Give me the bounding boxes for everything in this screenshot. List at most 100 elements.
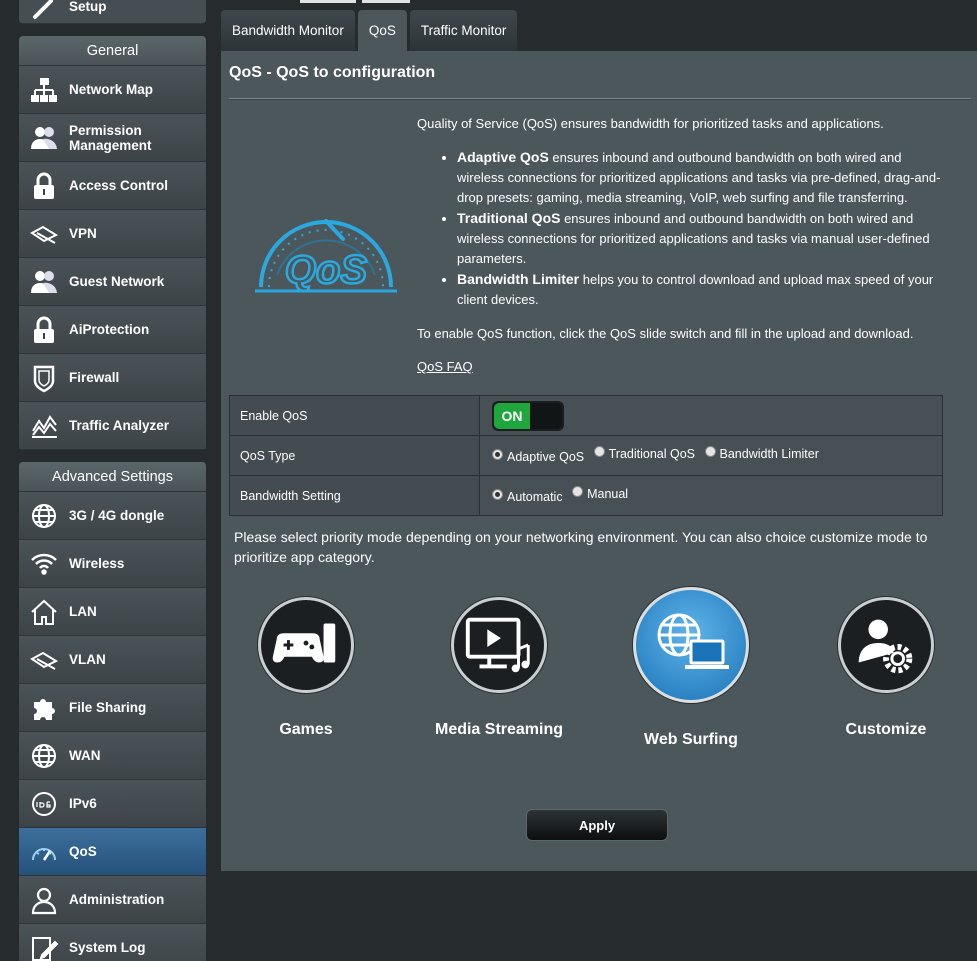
sidebar-item-label: 3G / 4G dongle <box>69 508 165 523</box>
sidebar-item-label: LAN <box>69 604 97 619</box>
mode-media-streaming[interactable]: Media Streaming <box>409 597 589 739</box>
wifi-icon <box>19 549 69 579</box>
sidebar-item-label: Traffic Analyzer <box>69 418 170 433</box>
radio-label: Adaptive QoS <box>507 450 585 464</box>
gauge-icon <box>19 837 69 867</box>
sidebar-item-label: Administration <box>69 892 165 907</box>
sidebar-item-label: VLAN <box>69 652 106 667</box>
mode-label: Media Streaming <box>434 721 564 738</box>
bandwidth-setting-cell: Automatic Manual <box>479 475 943 516</box>
router-admin-page: Setup General Network Map Permission Man… <box>0 0 977 961</box>
radio-dot <box>704 445 716 457</box>
sidebar-item-aiprotection[interactable]: AiProtection <box>19 306 206 354</box>
sidebar-item-label: Setup <box>69 0 107 14</box>
sidebar-item-wan[interactable]: WAN <box>19 732 206 780</box>
radio-traditional-qos[interactable]: Traditional QoS <box>593 445 695 461</box>
apply-button[interactable]: Apply <box>526 809 668 841</box>
radio-bandwidth-limiter[interactable]: Bandwidth Limiter <box>704 445 819 461</box>
sidebar-item-traffic-analyzer[interactable]: Traffic Analyzer <box>19 402 206 450</box>
mode-customize[interactable]: Customize <box>796 597 976 739</box>
list-item: Adaptive QoS ensures inbound and outboun… <box>457 147 952 208</box>
toggle-knob <box>530 402 562 429</box>
qos-logo-icon: QoS <box>255 219 397 293</box>
radio-dot <box>593 445 605 457</box>
qos-settings-table: Enable QoS ON QoS Type Adaptive QoS Trad… <box>229 395 943 516</box>
sidebar-item-system-log[interactable]: System Log <box>19 924 206 961</box>
qos-type-cell: Adaptive QoS Traditional QoS Bandwidth L… <box>479 435 943 476</box>
radio-label: Manual <box>587 487 629 501</box>
globe-icon <box>19 741 69 771</box>
sidebar-item-label: VPN <box>69 226 97 241</box>
users-icon <box>19 267 69 297</box>
enable-qos-label: Enable QoS <box>229 395 480 436</box>
radio-manual[interactable]: Manual <box>572 485 629 501</box>
bandwidth-setting-label: Bandwidth Setting <box>229 475 480 516</box>
qos-type-list: Adaptive QoS ensures inbound and outboun… <box>457 147 952 310</box>
admin-icon <box>19 885 69 915</box>
priority-mode-text: Please select priority mode depending on… <box>234 529 928 565</box>
table-row: Bandwidth Setting Automatic Manual <box>229 475 943 516</box>
lock-icon <box>19 171 69 201</box>
radio-adaptive-qos[interactable]: Adaptive QoS <box>492 448 585 464</box>
sidebar-item-setup[interactable]: Setup <box>19 0 206 24</box>
qos-type-label: QoS Type <box>229 435 480 476</box>
sidebar-item-guest-network[interactable]: Guest Network <box>19 258 206 306</box>
customize-icon <box>858 619 913 674</box>
radio-dot <box>572 485 584 497</box>
mode-games[interactable]: Games <box>216 597 396 739</box>
tab-bar: Bandwidth Monitor QoS Traffic Monitor <box>221 10 518 51</box>
radio-automatic[interactable]: Automatic <box>492 488 563 504</box>
sidebar-item-administration[interactable]: Administration <box>19 876 206 924</box>
toggle-on-label: ON <box>494 402 530 429</box>
vpn-icon <box>19 645 69 675</box>
web-surfing-icon <box>657 613 729 669</box>
sidebar-item-network-map[interactable]: Network Map <box>19 66 206 114</box>
qos-faq-link[interactable]: QoS FAQ <box>417 359 473 374</box>
chart-icon <box>19 411 69 441</box>
sidebar-item-label: Network Map <box>69 82 154 97</box>
enable-qos-toggle[interactable]: ON <box>492 400 564 431</box>
lock-icon <box>19 315 69 345</box>
sidebar-item-qos[interactable]: QoS <box>19 828 206 876</box>
mode-circle <box>838 597 934 693</box>
radio-dot <box>492 488 503 500</box>
sidebar-item-wireless[interactable]: Wireless <box>19 540 206 588</box>
sidebar-item-label: System Log <box>69 940 146 955</box>
mode-circle <box>451 597 547 693</box>
shield-icon <box>19 363 69 393</box>
mode-label: Games <box>279 721 333 738</box>
tab-qos[interactable]: QoS <box>357 10 407 51</box>
sidebar-item-vlan[interactable]: VLAN <box>19 636 206 684</box>
enable-qos-cell: ON <box>479 395 943 436</box>
ipv6-icon <box>19 789 69 819</box>
radio-label: Automatic <box>507 490 563 504</box>
house-icon <box>19 597 69 627</box>
list-item-title: Traditional QoS <box>457 210 561 226</box>
network-map-icon <box>19 75 69 105</box>
enable-note: To enable QoS function, click the QoS sl… <box>417 326 914 341</box>
mode-circle <box>258 597 354 693</box>
sidebar-item-permission-management[interactable]: Permission Management <box>19 114 206 162</box>
vpn-icon <box>19 219 69 249</box>
tab-traffic-monitor[interactable]: Traffic Monitor <box>409 10 518 51</box>
table-row: Enable QoS ON <box>229 395 943 436</box>
sidebar-item-label: QoS <box>69 844 97 859</box>
sidebar-item-lan[interactable]: LAN <box>19 588 206 636</box>
radio-dot <box>492 448 503 460</box>
sidebar-item-firewall[interactable]: Firewall <box>19 354 206 402</box>
advanced-menu: 3G / 4G dongle Wireless LAN VLAN File Sh… <box>19 492 206 961</box>
list-item: Bandwidth Limiter helps you to control d… <box>457 269 952 310</box>
log-icon <box>19 933 69 961</box>
sidebar-item-ipv6[interactable]: IPv6 <box>19 780 206 828</box>
sidebar-item-vpn[interactable]: VPN <box>19 210 206 258</box>
tab-bandwidth-monitor[interactable]: Bandwidth Monitor <box>221 10 355 51</box>
mode-web-surfing[interactable]: Web Surfing <box>601 587 781 749</box>
sidebar-item-label: IPv6 <box>69 796 97 811</box>
sidebar-item-file-sharing[interactable]: File Sharing <box>19 684 206 732</box>
sidebar-item-label: Firewall <box>69 370 120 385</box>
sidebar-item-access-control[interactable]: Access Control <box>19 162 206 210</box>
table-row: QoS Type Adaptive QoS Traditional QoS Ba… <box>229 435 943 476</box>
page-title: QoS - QoS to configuration <box>229 64 436 81</box>
sidebar-item-3g-4g-dongle[interactable]: 3G / 4G dongle <box>19 492 206 540</box>
globe-icon <box>19 501 69 531</box>
